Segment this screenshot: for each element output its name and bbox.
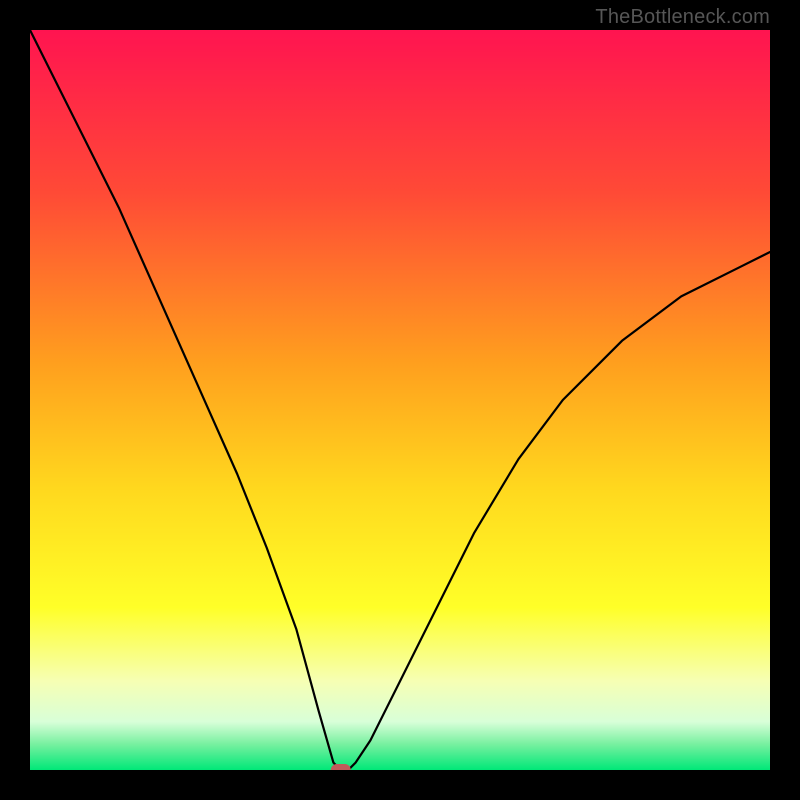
bottleneck-chart: [30, 30, 770, 770]
watermark-text: TheBottleneck.com: [595, 6, 770, 29]
chart-svg: [30, 30, 770, 770]
